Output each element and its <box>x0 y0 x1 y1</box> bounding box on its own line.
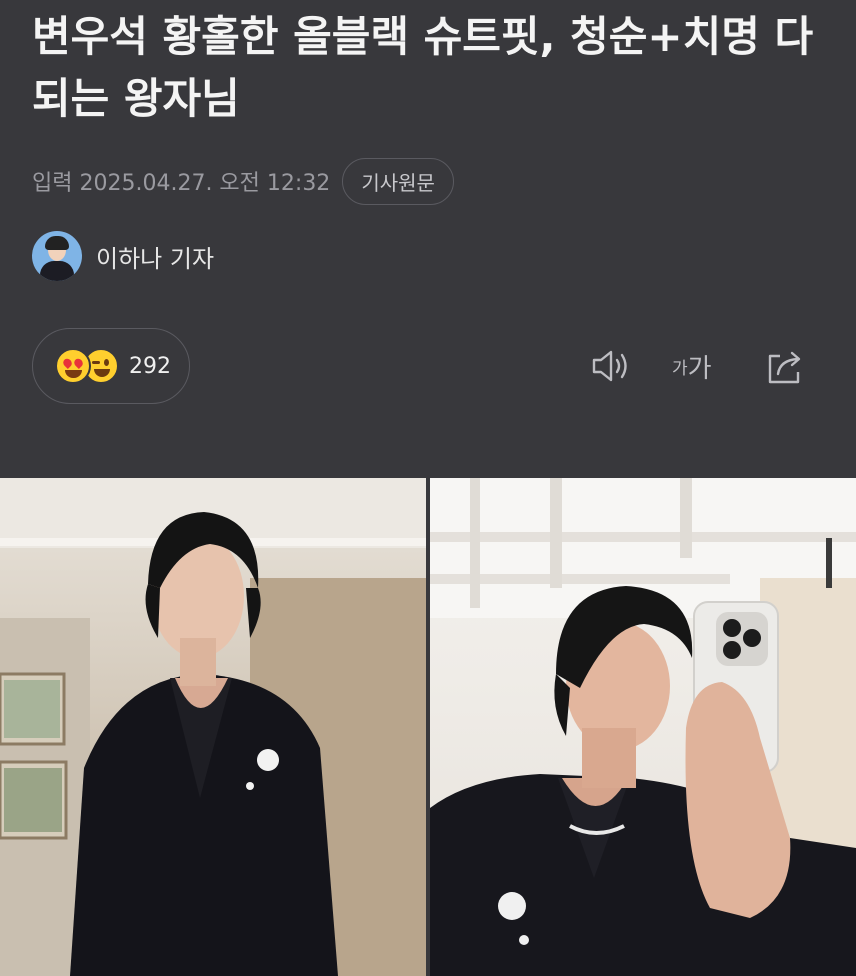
reaction-emojis <box>55 348 121 384</box>
speaker-icon <box>592 350 627 382</box>
reaction-count: 292 <box>129 353 171 379</box>
share-icon <box>768 351 801 384</box>
reporter-name: 이하나 기자 <box>96 244 215 273</box>
photo-right-image <box>430 478 856 976</box>
font-size-button[interactable]: 가가 <box>672 342 712 390</box>
reporter-info[interactable]: 이하나 기자 <box>32 230 214 282</box>
article-photos <box>0 478 856 976</box>
original-article-button[interactable]: 기사원문 <box>342 157 454 205</box>
photo-left-image <box>0 478 426 976</box>
photo-right[interactable] <box>430 478 856 976</box>
publish-datetime: 입력 2025.04.27. 오전 12:32 <box>32 171 331 196</box>
font-size-small-label: 가 <box>672 358 688 379</box>
reporter-avatar <box>32 231 82 281</box>
photo-left[interactable] <box>0 478 426 976</box>
article-headline: 변우석 황홀한 올블랙 슈트핏, 청순+치명 다 되는 왕자님 <box>32 12 814 123</box>
font-size-large-label: 가 <box>687 353 712 384</box>
text-to-speech-button[interactable] <box>590 342 634 390</box>
reaction-button[interactable]: 292 <box>32 328 190 404</box>
article-meta: 입력 2025.04.27. 오전 12:32 기사원문 <box>32 157 454 205</box>
share-button[interactable] <box>764 342 808 390</box>
heart-eyes-emoji-icon <box>55 348 91 384</box>
